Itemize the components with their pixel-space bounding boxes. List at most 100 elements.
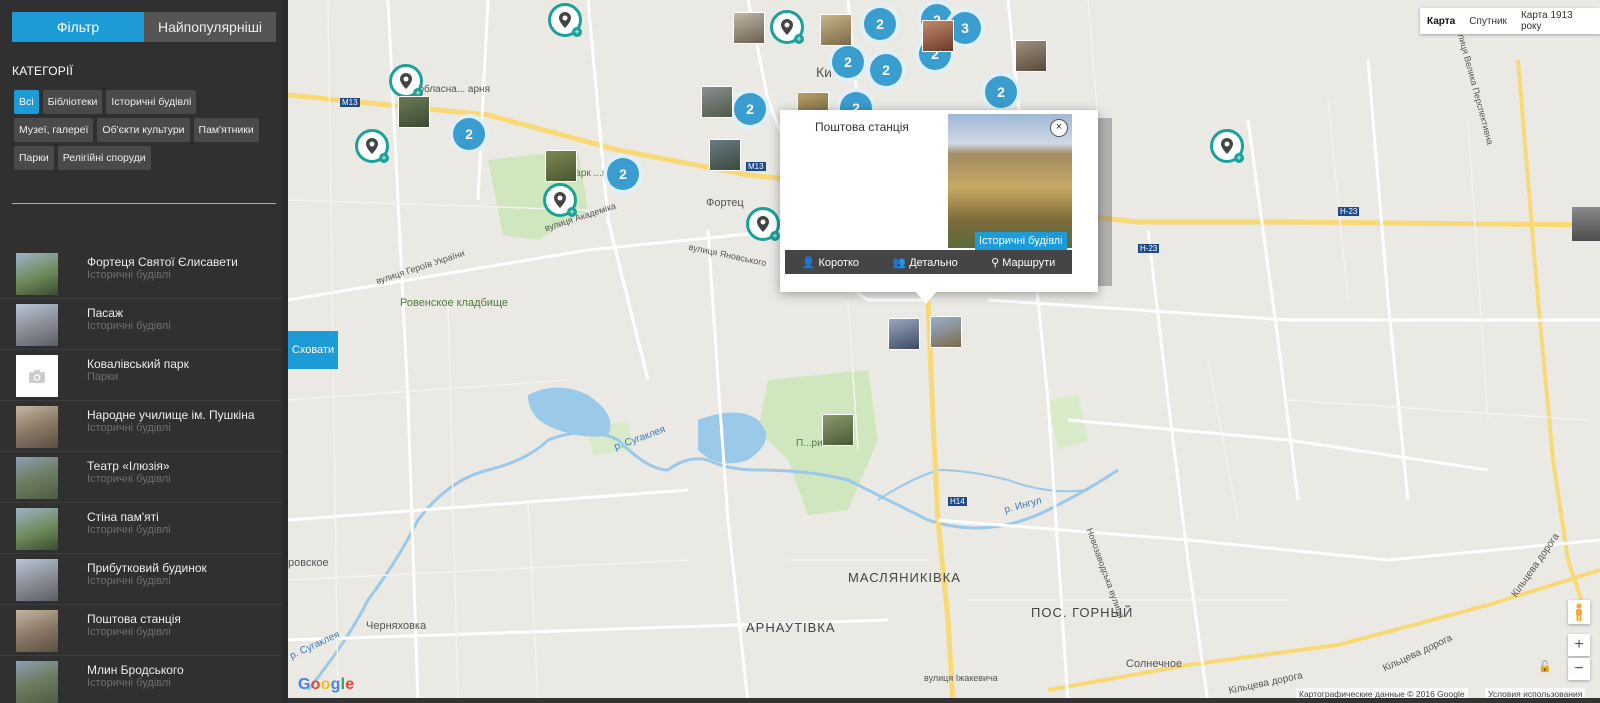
item-category: Парки	[87, 371, 119, 383]
photo-marker[interactable]	[930, 316, 962, 348]
zoom-in-button[interactable]: +	[1568, 634, 1590, 656]
map-type-satellite[interactable]: Спутник	[1462, 16, 1514, 27]
item-thumbnail	[16, 253, 58, 295]
item-category: Історичні будівлі	[87, 524, 171, 536]
list-item[interactable]: Пасаж Історичні будівлі	[0, 299, 282, 350]
marker-cluster[interactable]: 2	[981, 72, 1021, 112]
item-category: Історичні будівлі	[87, 320, 171, 332]
category-monuments[interactable]: Пам'ятники	[193, 118, 259, 142]
photo-marker[interactable]	[709, 139, 741, 171]
item-category: Історичні будівлі	[87, 269, 171, 281]
lock-icon[interactable]: 🔓	[1538, 660, 1552, 673]
info-popup: Поштова станція Історичні будівлі × 👤 Ко…	[780, 110, 1098, 304]
marker-cluster[interactable]: 2	[828, 42, 868, 82]
location-pin-icon[interactable]: +	[548, 3, 582, 37]
bottom-bar	[288, 698, 1600, 703]
sidebar: Фільтр Найпопулярніші КАТЕГОРІЇ Всі Бібл…	[0, 0, 288, 703]
category-historic-buildings[interactable]: Історичні будівлі	[106, 90, 197, 114]
map-label-arnautivka: АРНАУТІВКА	[746, 620, 836, 635]
list-item[interactable]: Народне училище ім. Пушкіна Історичні бу…	[0, 401, 282, 452]
map-type-1913[interactable]: Карта 1913 року	[1514, 10, 1600, 32]
map-base	[288, 0, 1600, 703]
sidebar-divider	[12, 203, 276, 204]
item-category: Історичні будівлі	[87, 626, 171, 638]
location-pin-icon[interactable]: +	[389, 64, 423, 98]
photo-marker[interactable]	[733, 12, 765, 44]
category-parks[interactable]: Парки	[14, 146, 54, 170]
photo-marker[interactable]	[888, 318, 920, 350]
list-item[interactable]: Фортеця Святої Єлисавети Історичні будів…	[0, 248, 282, 299]
marker-cluster[interactable]: 2	[860, 4, 900, 44]
item-thumbnail	[16, 457, 58, 499]
list-item[interactable]: Поштова станція Історичні будівлі	[0, 605, 282, 656]
item-title: Ковалівський парк	[87, 357, 189, 371]
photo-marker[interactable]	[701, 86, 733, 118]
marker-cluster[interactable]: 2	[449, 114, 489, 154]
side-thumbnail[interactable]	[1572, 207, 1600, 241]
list-item[interactable]: Стіна пам'яті Історичні будівлі	[0, 503, 282, 554]
list-item[interactable]: Прибутковий будинок Історичні будівлі	[0, 554, 282, 605]
item-thumbnail	[16, 610, 58, 652]
pegman-icon[interactable]	[1568, 600, 1590, 624]
marker-cluster[interactable]: 2	[866, 50, 906, 90]
tab-popular[interactable]: Найпопулярніші	[144, 12, 276, 42]
marker-cluster[interactable]: 2	[603, 154, 643, 194]
map-label-solnechnoe: Солнечное	[1126, 658, 1183, 670]
item-title: Стіна пам'яті	[87, 510, 159, 524]
category-list: Всі Бібліотеки Історичні будівлі Музеї, …	[14, 90, 276, 170]
hide-sidebar-button[interactable]: Сховати	[288, 331, 338, 369]
close-icon[interactable]: ×	[1050, 119, 1068, 137]
popup-action-label: Маршрути	[1002, 256, 1056, 269]
map-type-control: Карта Спутник Карта 1913 року	[1420, 8, 1600, 34]
location-pin-icon[interactable]: +	[355, 129, 389, 163]
photo-marker[interactable]	[545, 150, 577, 182]
item-title: Народне училище ім. Пушкіна	[87, 408, 255, 422]
popup-action-short[interactable]: 👤 Коротко	[802, 256, 859, 269]
photo-marker[interactable]	[822, 414, 854, 446]
marker-cluster[interactable]: 2	[730, 89, 770, 129]
category-all[interactable]: Всі	[14, 90, 39, 114]
photo-marker[interactable]	[922, 20, 954, 52]
list-item[interactable]: Ковалівський парк Парки	[0, 350, 282, 401]
map-type-map[interactable]: Карта	[1420, 16, 1462, 27]
photo-marker[interactable]	[1015, 40, 1047, 72]
item-thumbnail	[16, 508, 58, 550]
popup-category-badge[interactable]: Історичні будівлі	[975, 232, 1067, 250]
tab-filter[interactable]: Фільтр	[12, 12, 144, 42]
road-badge-m13-2: M13	[746, 162, 766, 171]
item-thumbnail	[16, 304, 58, 346]
popup-action-label: Детально	[909, 256, 958, 269]
item-title: Поштова станція	[87, 612, 181, 626]
item-category: Історичні будівлі	[87, 422, 171, 434]
category-museums[interactable]: Музеї, галереї	[14, 118, 94, 142]
zoom-out-button[interactable]: −	[1568, 658, 1590, 680]
road-badge-h23: H-23	[1338, 207, 1360, 216]
location-pin-icon[interactable]: +	[1210, 129, 1244, 163]
map-label-chernyakhovka: Черняховка	[366, 620, 427, 632]
map-label-park-2: П...ри	[796, 438, 823, 449]
location-pin-icon[interactable]: +	[770, 10, 804, 44]
location-pin-icon[interactable]: +	[543, 183, 577, 217]
category-culture[interactable]: Об'єкти культури	[97, 118, 190, 142]
road-badge-m13: M13	[340, 98, 360, 107]
map-marker-icon: ⚲	[991, 256, 1000, 269]
item-thumbnail	[16, 559, 58, 601]
popup-action-routes[interactable]: ⚲ Маршрути	[991, 256, 1055, 269]
item-category: Історичні будівлі	[87, 575, 171, 587]
category-libraries[interactable]: Бібліотеки	[42, 90, 103, 114]
item-title: Млин Бродського	[87, 663, 184, 677]
list-item[interactable]: Театр «Ілюзія» Історичні будівлі	[0, 452, 282, 503]
location-pin-icon[interactable]: +	[746, 207, 780, 241]
list-item[interactable]: Млин Бродського Історичні будівлі	[0, 656, 282, 703]
google-logo: Google	[298, 676, 355, 693]
item-category: Історичні будівлі	[87, 473, 171, 485]
popup-actions: 👤 Коротко 👥 Детально ⚲ Маршрути	[785, 250, 1072, 274]
photo-marker[interactable]	[820, 14, 852, 46]
popup-action-label: Коротко	[818, 256, 860, 269]
category-religious[interactable]: Релігійні споруди	[57, 146, 151, 170]
sidebar-tabs: Фільтр Найпопулярніші	[12, 12, 276, 42]
map-canvas[interactable]: Ровенское кладбище Фортец МАСЛЯНИКІВКА А…	[288, 0, 1600, 703]
photo-marker[interactable]	[398, 96, 430, 128]
map-label-cemetery: Ровенское кладбище	[400, 297, 508, 309]
popup-action-detail[interactable]: 👥 Детально	[892, 256, 957, 269]
